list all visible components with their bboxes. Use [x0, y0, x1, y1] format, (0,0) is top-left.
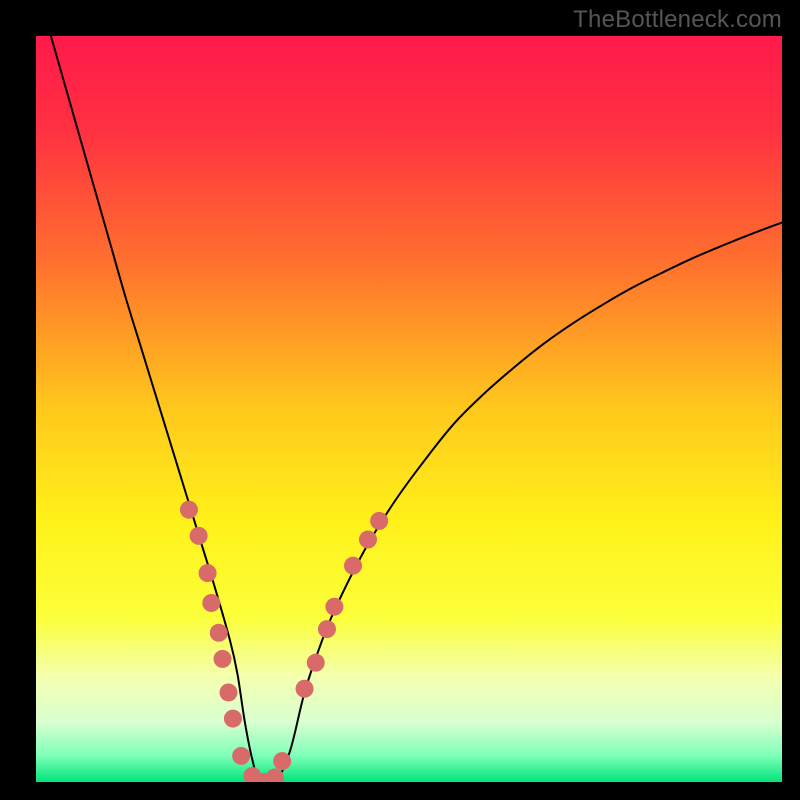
data-marker: [318, 620, 336, 638]
data-marker: [359, 531, 377, 549]
data-marker: [214, 650, 232, 668]
data-marker: [190, 527, 208, 545]
data-marker: [224, 710, 242, 728]
data-marker: [370, 512, 388, 530]
data-marker: [232, 747, 250, 765]
data-marker: [199, 564, 217, 582]
data-marker: [344, 557, 362, 575]
data-marker: [307, 654, 325, 672]
data-marker: [296, 680, 314, 698]
data-marker: [325, 598, 343, 616]
data-marker: [273, 752, 291, 770]
chart-svg: [36, 36, 782, 782]
watermark-text: TheBottleneck.com: [573, 6, 782, 34]
series-bottleneck-curve: [51, 36, 782, 782]
plot-area: [36, 36, 782, 782]
data-marker: [210, 624, 228, 642]
data-marker: [180, 501, 198, 519]
data-marker: [219, 683, 237, 701]
data-marker: [202, 594, 220, 612]
chart-frame: TheBottleneck.com: [0, 0, 800, 800]
data-marker: [266, 769, 284, 782]
